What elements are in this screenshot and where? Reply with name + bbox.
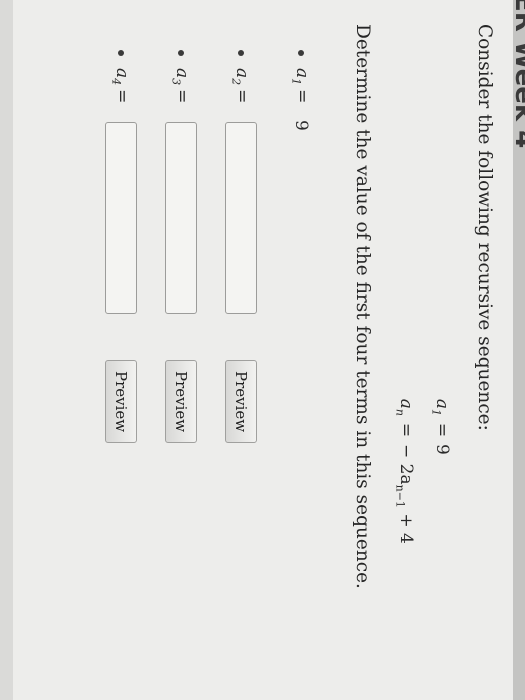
recurrence-equation: an = − 2an−1 + 4 bbox=[384, 360, 420, 544]
page-title: ER Week 4 bbox=[513, 0, 525, 148]
rotated-screen: ER Week 4 Consider the following recursi… bbox=[0, 0, 525, 700]
equals-sign: = bbox=[395, 422, 416, 438]
term-label: a4= bbox=[109, 68, 133, 104]
term-row-a2: a2= Preview bbox=[211, 50, 271, 690]
equation-lhs: a1 bbox=[429, 398, 452, 416]
answer-input-a4[interactable] bbox=[105, 122, 137, 314]
preview-button-a4[interactable]: Preview bbox=[105, 360, 137, 444]
term-list: a1= 9 a2= Preview a3= Preview a4= Previe… bbox=[91, 50, 331, 690]
answer-input-a2[interactable] bbox=[225, 122, 257, 314]
page-header: ER Week 4 bbox=[513, 0, 525, 700]
term-label: a2= bbox=[229, 68, 253, 104]
recursive-definition: a1 = 9 an = − 2an−1 + 4 bbox=[384, 360, 457, 544]
bullet-icon bbox=[238, 50, 244, 56]
initial-term-equation: a1 = 9 bbox=[421, 360, 457, 544]
page-margin bbox=[0, 0, 13, 700]
bullet-icon bbox=[298, 50, 304, 56]
term-row-a3: a3= Preview bbox=[151, 50, 211, 690]
term-label: a3= bbox=[169, 68, 193, 104]
bullet-icon bbox=[118, 50, 124, 56]
equals-sign: = bbox=[432, 422, 452, 438]
question-instruction: Determine the value of the first four te… bbox=[352, 24, 373, 589]
equation-rhs: − 2an−1 + 4 bbox=[393, 444, 416, 544]
question-card: Consider the following recursive sequenc… bbox=[12, 0, 513, 700]
equation-lhs: an bbox=[393, 398, 416, 416]
bullet-icon bbox=[178, 50, 184, 56]
term-row-a4: a4= Preview bbox=[91, 50, 151, 690]
term-value: 9 bbox=[291, 120, 311, 131]
question-intro: Consider the following recursive sequenc… bbox=[474, 24, 495, 431]
term-label: a1= bbox=[289, 68, 313, 104]
answer-input-a3[interactable] bbox=[165, 122, 197, 314]
term-row-a1: a1= 9 bbox=[271, 50, 331, 690]
preview-button-a3[interactable]: Preview bbox=[165, 360, 197, 444]
preview-button-a2[interactable]: Preview bbox=[225, 360, 257, 444]
equation-rhs: 9 bbox=[432, 444, 452, 455]
